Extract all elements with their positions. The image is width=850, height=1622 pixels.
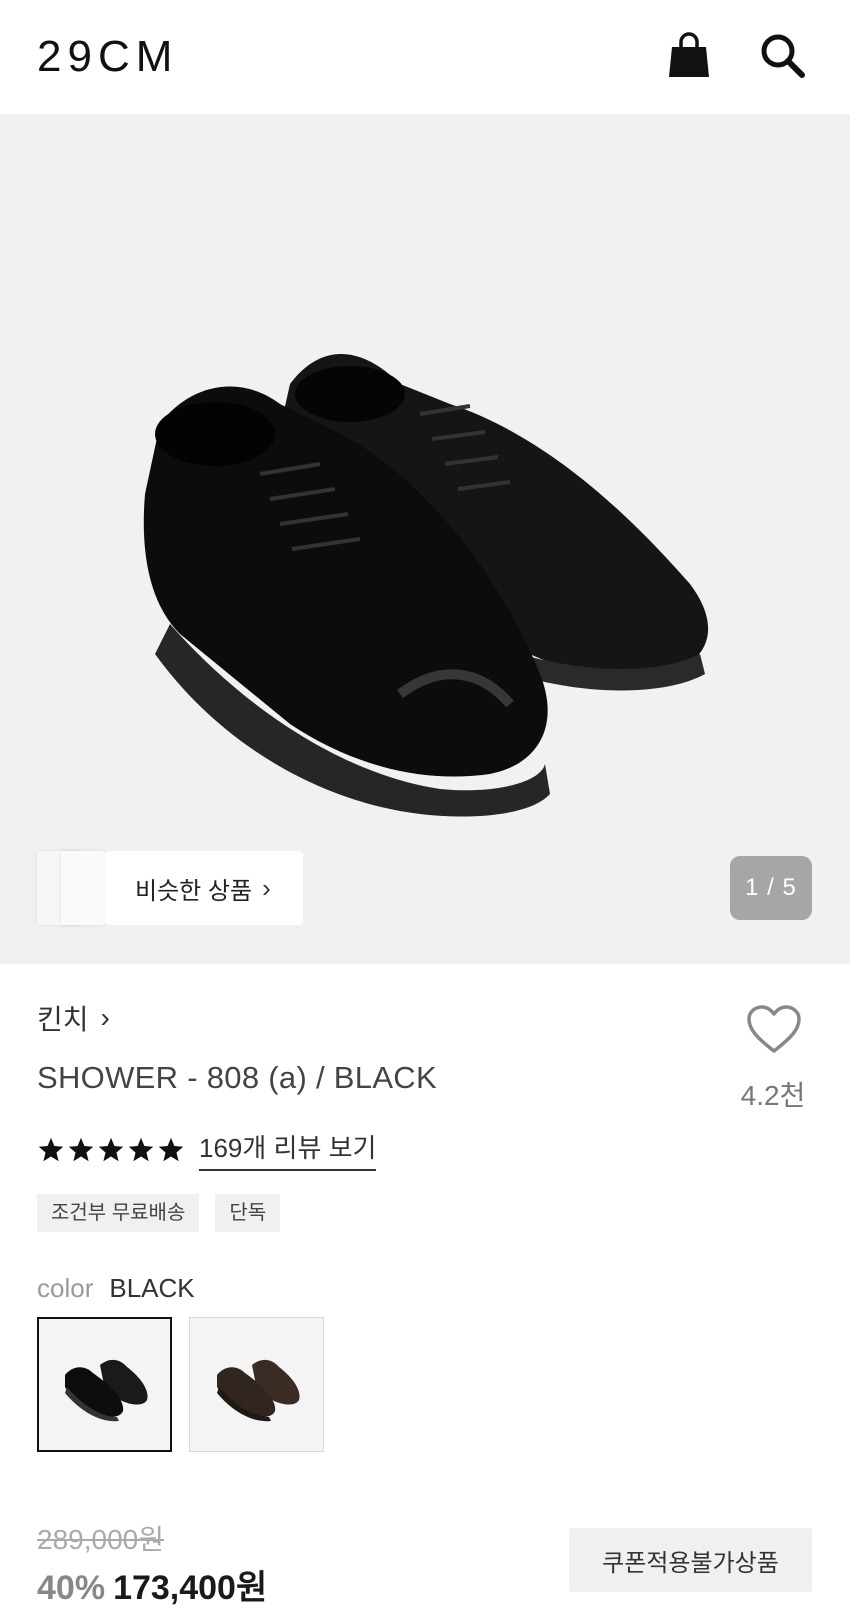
star-icon — [98, 1137, 124, 1161]
product-title: SHOWER - 808 (a) / BLACK — [37, 1060, 437, 1095]
brand-name: 킨치 — [37, 1004, 89, 1035]
similar-products-button[interactable]: 비슷한 상품 › — [37, 851, 303, 925]
product-image-gallery[interactable]: 비슷한 상품 › 1 / 5 — [0, 114, 850, 964]
color-option-brown[interactable] — [189, 1317, 324, 1452]
price-row: 40% 173,400원 — [37, 1560, 267, 1609]
color-option-black[interactable] — [37, 1317, 172, 1452]
color-key: color — [37, 1273, 94, 1303]
star-rating — [37, 1136, 185, 1164]
site-logo[interactable]: 29CM — [37, 32, 178, 82]
similar-label: 비슷한 상품 — [135, 877, 253, 905]
search-button[interactable] — [757, 30, 807, 80]
tag-exclusive: 단독 — [215, 1194, 281, 1232]
discount-rate: 40% — [37, 1569, 106, 1607]
similar-thumbnails — [37, 851, 105, 925]
shopping-bag-icon — [669, 32, 709, 77]
original-price: 289,000원 — [37, 1524, 164, 1555]
sale-price: 173,400원 — [113, 1569, 268, 1607]
similar-label-box: 비슷한 상품 › — [105, 851, 303, 925]
brown-shoe-thumbnail — [216, 1359, 300, 1421]
star-icon — [68, 1137, 94, 1161]
like-button[interactable] — [737, 1005, 811, 1060]
chevron-right-icon: › — [262, 872, 271, 903]
star-icon — [38, 1137, 64, 1161]
product-tags: 조건부 무료배송 단독 — [37, 1194, 281, 1232]
like-count: 4.2천 — [740, 1080, 806, 1111]
star-icon — [128, 1137, 154, 1161]
search-icon — [761, 34, 805, 78]
tag-free-shipping: 조건부 무료배송 — [37, 1194, 200, 1232]
color-selector-label: color BLACK — [37, 1273, 195, 1304]
image-counter: 1 / 5 — [730, 856, 812, 920]
brand-link[interactable]: 킨치 › — [37, 998, 110, 1038]
cart-button[interactable] — [664, 30, 714, 80]
rating-row: 169개 리뷰 보기 — [37, 1128, 377, 1171]
coupon-unavailable-badge: 쿠폰적용불가상품 — [569, 1528, 812, 1592]
heart-icon — [747, 1005, 801, 1053]
similar-thumb — [61, 851, 105, 925]
product-photo-shoes — [143, 354, 709, 817]
star-icon — [158, 1137, 184, 1161]
chevron-right-icon: › — [100, 1002, 110, 1033]
review-link[interactable]: 169개 리뷰 보기 — [199, 1128, 377, 1171]
black-shoe-thumbnail — [64, 1359, 148, 1421]
top-header: 29CM — [0, 0, 850, 114]
color-value: BLACK — [109, 1273, 195, 1303]
